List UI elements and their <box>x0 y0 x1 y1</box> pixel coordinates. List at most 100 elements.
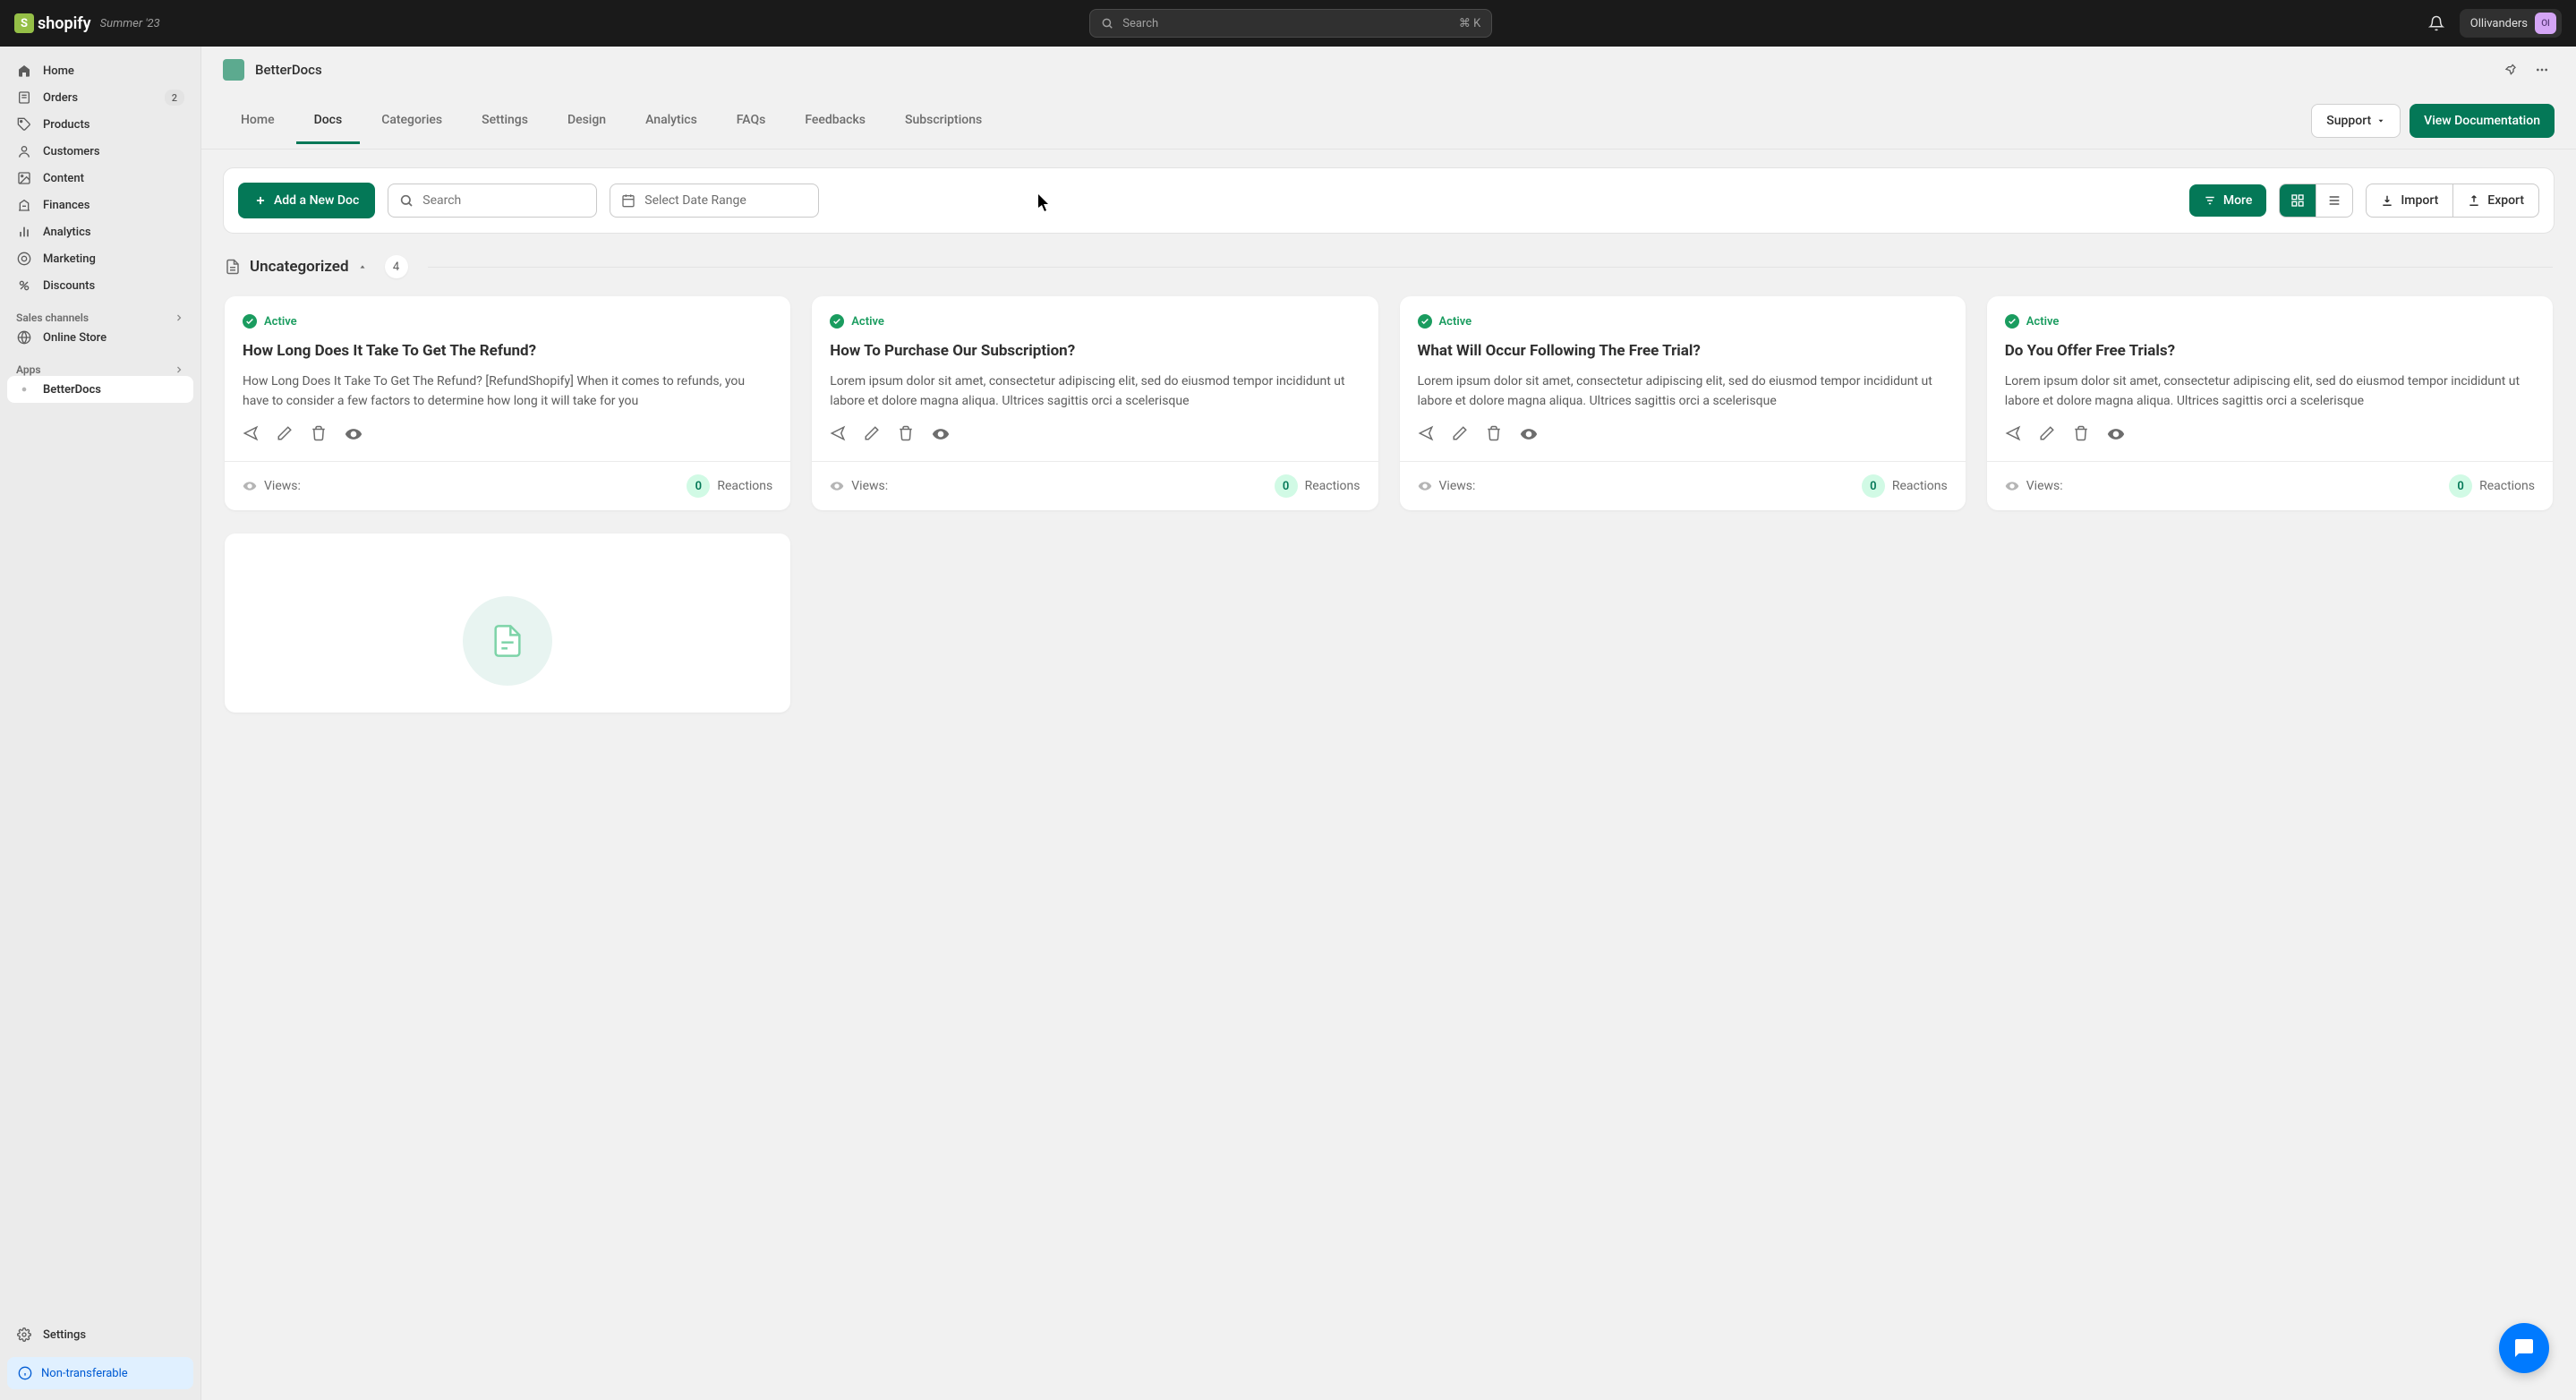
document-icon <box>225 259 241 275</box>
card-title[interactable]: How Long Does It Take To Get The Refund? <box>243 341 772 362</box>
sidebar-item-online-store[interactable]: Online Store <box>7 324 193 351</box>
list-view-button[interactable] <box>2316 184 2352 217</box>
nav-label: Customers <box>43 145 100 158</box>
shopify-wordmark: shopify <box>38 14 91 33</box>
app-pin-icon <box>16 381 32 397</box>
tab-feedbacks[interactable]: Feedbacks <box>787 98 883 144</box>
delete-button[interactable] <box>311 425 327 443</box>
section-header[interactable]: Uncategorized 4 <box>201 252 2576 287</box>
sidebar-item-betterdocs[interactable]: BetterDocs <box>7 376 193 403</box>
docs-search-field[interactable] <box>422 193 585 208</box>
nav-label: Analytics <box>43 226 91 239</box>
pin-button[interactable] <box>2497 57 2522 82</box>
more-filters-button[interactable]: More <box>2189 184 2267 217</box>
non-transferable-banner[interactable]: Non-transferable <box>7 1357 193 1389</box>
finances-icon <box>16 197 32 213</box>
nav-label: Orders <box>43 91 78 105</box>
doc-card: Active How Long Does It Take To Get The … <box>225 296 790 510</box>
share-button[interactable] <box>1418 425 1434 443</box>
delete-button[interactable] <box>1486 425 1502 443</box>
card-title[interactable]: What Will Occur Following The Free Trial… <box>1418 341 1948 362</box>
online-store-label: Online Store <box>43 331 107 345</box>
section-count: 4 <box>385 255 408 278</box>
sidebar-item-content[interactable]: Content <box>7 165 193 192</box>
sidebar-item-finances[interactable]: Finances <box>7 192 193 218</box>
more-actions-button[interactable] <box>2529 57 2555 82</box>
nav-label: Products <box>43 118 90 132</box>
preview-button[interactable] <box>932 425 950 443</box>
tab-design[interactable]: Design <box>550 98 624 144</box>
card-title[interactable]: How To Purchase Our Subscription? <box>830 341 1360 362</box>
sales-channels-section[interactable]: Sales channels <box>7 312 193 324</box>
avatar: Ol <box>2535 13 2556 34</box>
customers-icon <box>16 143 32 159</box>
chat-fab[interactable] <box>2499 1323 2549 1373</box>
edit-button[interactable] <box>2039 425 2055 443</box>
tabs: HomeDocsCategoriesSettingsDesignAnalytic… <box>201 93 2576 149</box>
more-label: More <box>2223 193 2253 208</box>
chevron-right-icon <box>174 312 184 323</box>
sidebar-item-home[interactable]: Home <box>7 57 193 84</box>
delete-button[interactable] <box>898 425 914 443</box>
add-new-doc-button[interactable]: Add a New Doc <box>238 183 375 218</box>
shopify-logo[interactable]: S shopify <box>14 13 91 33</box>
share-button[interactable] <box>243 425 259 443</box>
notifications-button[interactable] <box>2422 9 2451 38</box>
season-tag: Summer '23 <box>100 17 160 30</box>
view-documentation-button[interactable]: View Documentation <box>2410 104 2555 138</box>
app-title: BetterDocs <box>255 62 322 78</box>
share-button[interactable] <box>830 425 846 443</box>
tab-faqs[interactable]: FAQs <box>719 98 784 144</box>
eye-icon <box>2005 479 2019 493</box>
view-toggle <box>2279 184 2353 218</box>
divider <box>428 267 2553 268</box>
edit-button[interactable] <box>277 425 293 443</box>
date-range-input[interactable]: Select Date Range <box>610 184 819 218</box>
tab-analytics[interactable]: Analytics <box>627 98 715 144</box>
support-label: Support <box>2326 114 2371 128</box>
sidebar-item-marketing[interactable]: Marketing <box>7 245 193 272</box>
docs-search-input[interactable] <box>388 184 597 218</box>
content-icon <box>16 170 32 186</box>
tab-home[interactable]: Home <box>223 98 293 144</box>
discounts-icon <box>16 277 32 294</box>
cards-grid: Active How Long Does It Take To Get The … <box>201 287 2576 534</box>
grid-view-button[interactable] <box>2280 184 2316 217</box>
nav-label: Home <box>43 64 74 78</box>
tab-subscriptions[interactable]: Subscriptions <box>887 98 1000 144</box>
docs-toolbar: Add a New Doc Select Date Range More <box>223 167 2555 234</box>
info-icon <box>18 1366 32 1380</box>
eye-icon <box>243 479 257 493</box>
preview-button[interactable] <box>345 425 363 443</box>
edit-button[interactable] <box>864 425 880 443</box>
tab-settings[interactable]: Settings <box>464 98 546 144</box>
check-icon <box>243 314 257 329</box>
edit-button[interactable] <box>1452 425 1468 443</box>
status-badge: Active <box>1418 314 1948 329</box>
apps-label: Apps <box>16 363 41 376</box>
tab-categories[interactable]: Categories <box>363 98 460 144</box>
tab-docs[interactable]: Docs <box>296 98 361 144</box>
caret-down-icon <box>2376 116 2385 125</box>
sidebar-item-products[interactable]: Products <box>7 111 193 138</box>
reactions-label: Reactions <box>1305 479 1361 493</box>
sidebar-item-analytics[interactable]: Analytics <box>7 218 193 245</box>
user-menu[interactable]: Ollivanders Ol <box>2460 9 2562 38</box>
delete-button[interactable] <box>2073 425 2089 443</box>
global-search[interactable]: Search ⌘ K <box>1089 9 1492 38</box>
preview-button[interactable] <box>1520 425 1538 443</box>
empty-doc-card[interactable] <box>225 534 790 713</box>
apps-section[interactable]: Apps <box>7 363 193 376</box>
sidebar-item-customers[interactable]: Customers <box>7 138 193 165</box>
card-description: Lorem ipsum dolor sit amet, consectetur … <box>2005 372 2535 411</box>
share-button[interactable] <box>2005 425 2021 443</box>
sidebar-item-discounts[interactable]: Discounts <box>7 272 193 299</box>
sidebar-item-orders[interactable]: Orders 2 <box>7 84 193 111</box>
import-button[interactable]: Import <box>2367 184 2452 217</box>
sidebar-item-settings[interactable]: Settings <box>7 1321 193 1348</box>
preview-button[interactable] <box>2107 425 2125 443</box>
support-button[interactable]: Support <box>2311 104 2401 138</box>
caret-up-icon <box>358 262 367 271</box>
export-button[interactable]: Export <box>2452 184 2538 217</box>
card-title[interactable]: Do You Offer Free Trials? <box>2005 341 2535 362</box>
